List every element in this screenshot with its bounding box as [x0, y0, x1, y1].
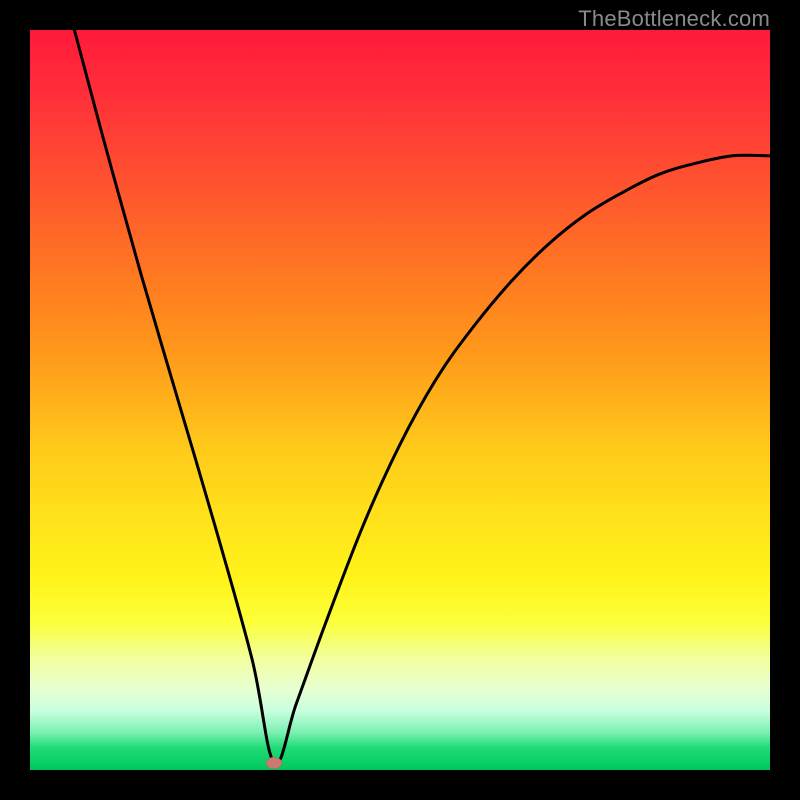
minimum-marker: [266, 757, 282, 769]
attribution-text: TheBottleneck.com: [578, 6, 770, 32]
chart-frame: TheBottleneck.com: [0, 0, 800, 800]
bottleneck-curve: [74, 30, 770, 764]
curve-layer: [30, 30, 770, 770]
